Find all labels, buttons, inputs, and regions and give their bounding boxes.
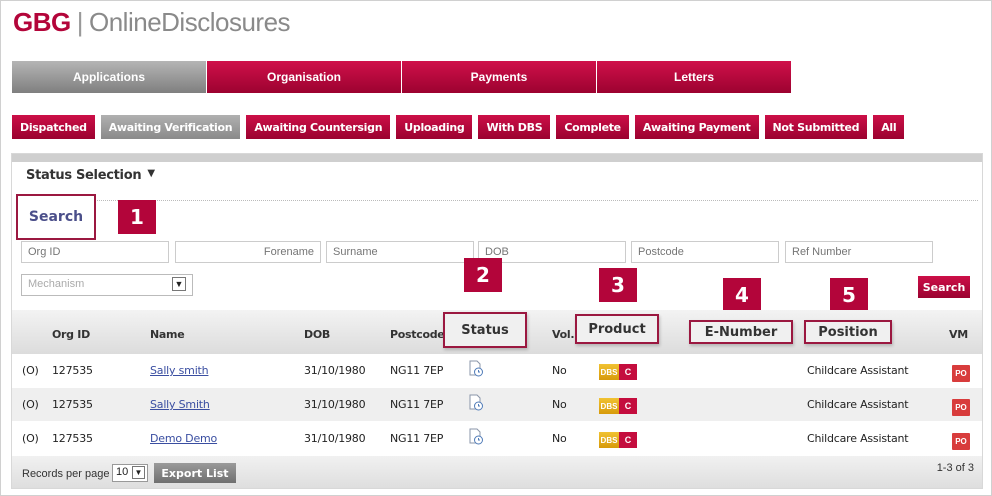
chevron-down-icon: ▼ — [172, 277, 186, 291]
callout-badge-3: 3 — [599, 268, 637, 302]
subtab-with-dbs[interactable]: With DBS — [478, 115, 551, 139]
col-dob[interactable]: DOB — [304, 328, 330, 341]
row-flag: (O) — [22, 398, 39, 411]
subtab-dispatched[interactable]: Dispatched — [12, 115, 95, 139]
org-id-input[interactable] — [21, 241, 169, 263]
row-name-link[interactable]: Demo Demo — [150, 432, 217, 445]
product-c-icon: C — [619, 364, 637, 380]
row-org-id: 127535 — [52, 398, 93, 411]
status-selection-label: Status Selection — [26, 168, 142, 183]
panel-header-bar — [12, 154, 982, 162]
records-per-page-value: 10 — [116, 466, 129, 478]
row-position: Childcare Assistant — [807, 398, 909, 411]
product-c-icon: C — [619, 398, 637, 414]
col-position[interactable]: Position — [804, 320, 892, 344]
col-product[interactable]: Product — [575, 314, 659, 344]
callout-badge-2: 2 — [464, 258, 502, 292]
col-vm[interactable]: VM — [949, 328, 968, 341]
pending-status-icon[interactable] — [469, 394, 483, 411]
tab-letters[interactable]: Letters — [597, 61, 791, 93]
row-dob: 31/10/1980 — [304, 398, 366, 411]
col-org-id[interactable]: Org ID — [52, 328, 90, 341]
callout-badge-1: 1 — [118, 200, 156, 234]
row-flag: (O) — [22, 432, 39, 445]
po-icon[interactable]: PO — [952, 399, 970, 416]
search-heading: Search — [16, 194, 96, 240]
ref-number-input[interactable] — [785, 241, 933, 263]
logo: GBG | OnlineDisclosures — [13, 7, 291, 38]
row-vol: No — [552, 398, 567, 411]
app-frame: GBG | OnlineDisclosures Applications Organ… — [0, 0, 992, 496]
logo-separator: | — [76, 7, 84, 37]
forename-input[interactable] — [175, 241, 321, 263]
mechanism-value: Mechanism — [28, 278, 85, 290]
dbs-product-icon: DBS — [599, 364, 619, 380]
dbs-product-icon: DBS — [599, 432, 619, 448]
subtab-awaiting-payment[interactable]: Awaiting Payment — [634, 115, 759, 139]
tab-applications[interactable]: Applications — [12, 61, 206, 93]
row-dob: 31/10/1980 — [304, 432, 366, 445]
pagination-info: 1-3 of 3 — [936, 462, 974, 474]
col-vol[interactable]: Vol. — [552, 328, 575, 341]
callout-badge-4: 4 — [723, 278, 761, 312]
row-org-id: 127535 — [52, 364, 93, 377]
export-list-button[interactable]: Export List — [154, 463, 236, 483]
records-per-page-label: Records per page — [22, 468, 110, 480]
dropdown-arrow-icon: ▼ — [147, 168, 155, 179]
callout-badge-5: 5 — [830, 278, 868, 312]
chevron-down-icon: ▼ — [132, 466, 145, 479]
dbs-product-icon: DBS — [599, 398, 619, 414]
row-name-link[interactable]: Sally Smith — [150, 398, 210, 411]
col-e-number[interactable]: E-Number — [689, 320, 793, 344]
tab-payments[interactable]: Payments — [402, 61, 596, 93]
results-panel: Status Selection ▼ Search 1 Mechanism ▼ 2… — [11, 153, 983, 489]
row-name-link[interactable]: Sally smith — [150, 364, 209, 377]
search-button[interactable]: Search — [918, 276, 970, 298]
po-icon[interactable]: PO — [952, 433, 970, 450]
table-footer: Records per page 10 ▼ Export List 1-3 of… — [12, 456, 982, 488]
po-icon[interactable]: PO — [952, 365, 970, 382]
row-vol: No — [552, 364, 567, 377]
subtab-uploading[interactable]: Uploading — [396, 115, 473, 139]
surname-input[interactable] — [326, 241, 474, 263]
product-c-icon: C — [619, 432, 637, 448]
table-row[interactable]: (O) 127535 Sally Smith 31/10/1980 NG11 7… — [12, 388, 982, 421]
status-selection-toggle[interactable]: Status Selection ▼ — [26, 168, 155, 183]
row-org-id: 127535 — [52, 432, 93, 445]
row-position: Childcare Assistant — [807, 364, 909, 377]
subtab-awaiting-countersign[interactable]: Awaiting Countersign — [246, 115, 391, 139]
logo-product: OnlineDisclosures — [89, 7, 291, 37]
records-per-page-select[interactable]: 10 ▼ — [112, 464, 148, 482]
col-status[interactable]: Status — [443, 312, 527, 348]
tab-organisation[interactable]: Organisation — [207, 61, 401, 93]
status-tabs: Dispatched Awaiting Verification Awaitin… — [12, 115, 905, 139]
row-postcode: NG11 7EP — [390, 398, 444, 411]
row-postcode: NG11 7EP — [390, 432, 444, 445]
mechanism-select[interactable]: Mechanism ▼ — [21, 274, 193, 296]
row-dob: 31/10/1980 — [304, 364, 366, 377]
col-name[interactable]: Name — [150, 328, 185, 341]
logo-brand: GBG — [13, 7, 71, 37]
table-row[interactable]: (O) 127535 Sally smith 31/10/1980 NG11 7… — [12, 354, 982, 387]
col-postcode[interactable]: Postcode — [390, 328, 445, 341]
subtab-all[interactable]: All — [873, 115, 905, 139]
row-position: Childcare Assistant — [807, 432, 909, 445]
subtab-not-submitted[interactable]: Not Submitted — [764, 115, 868, 139]
row-vol: No — [552, 432, 567, 445]
subtab-complete[interactable]: Complete — [556, 115, 629, 139]
divider — [18, 200, 978, 201]
row-flag: (O) — [22, 364, 39, 377]
subtab-awaiting-verification[interactable]: Awaiting Verification — [100, 115, 241, 139]
pending-status-icon[interactable] — [469, 360, 483, 377]
row-postcode: NG11 7EP — [390, 364, 444, 377]
main-nav: Applications Organisation Payments Lette… — [12, 61, 792, 93]
pending-status-icon[interactable] — [469, 428, 483, 445]
table-row[interactable]: (O) 127535 Demo Demo 31/10/1980 NG11 7EP… — [12, 422, 982, 455]
postcode-input[interactable] — [631, 241, 779, 263]
